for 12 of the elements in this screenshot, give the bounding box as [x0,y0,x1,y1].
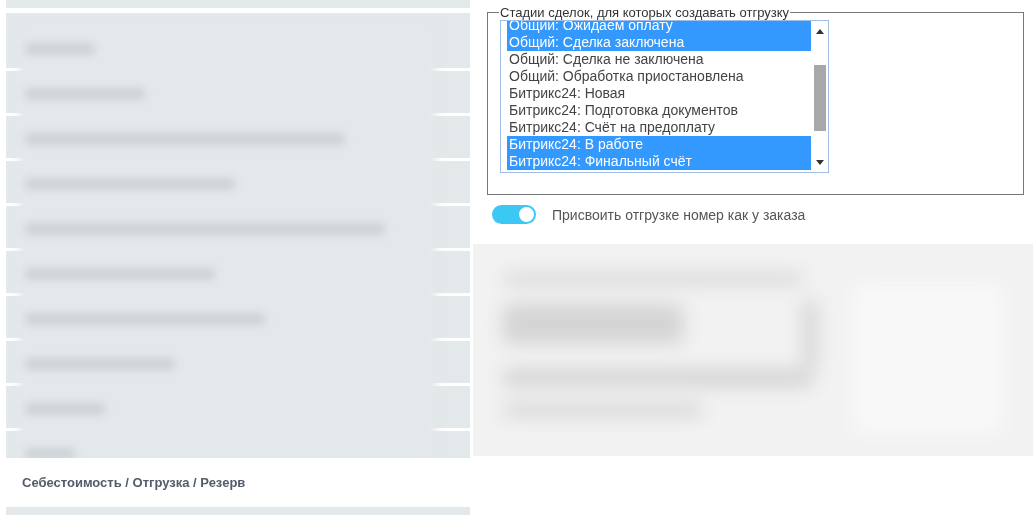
fieldset-legend: Стадии сделок, для которых создавать отгрузку [499,5,790,20]
stage-option[interactable]: Общий: Обработка приостановлена [507,68,811,85]
stage-option[interactable]: Общий: Сделка не заключена [507,51,811,68]
toggle-label: Присвоить отгрузке номер как у заказа [552,206,806,223]
stage-option[interactable]: Битрикс24: Новая [507,85,811,102]
toggle-switch[interactable] [492,205,536,224]
scroll-up-icon[interactable] [815,29,824,34]
stage-option[interactable]: Битрикс24: Счёт на предоплату [507,119,811,136]
stage-option[interactable]: Битрикс24: Подготовка документов [507,102,811,119]
section-title: Себестоимость / Отгрузка / Резерв [22,475,246,490]
scroll-down-icon[interactable] [815,160,824,165]
stages-listbox[interactable] [500,20,829,173]
